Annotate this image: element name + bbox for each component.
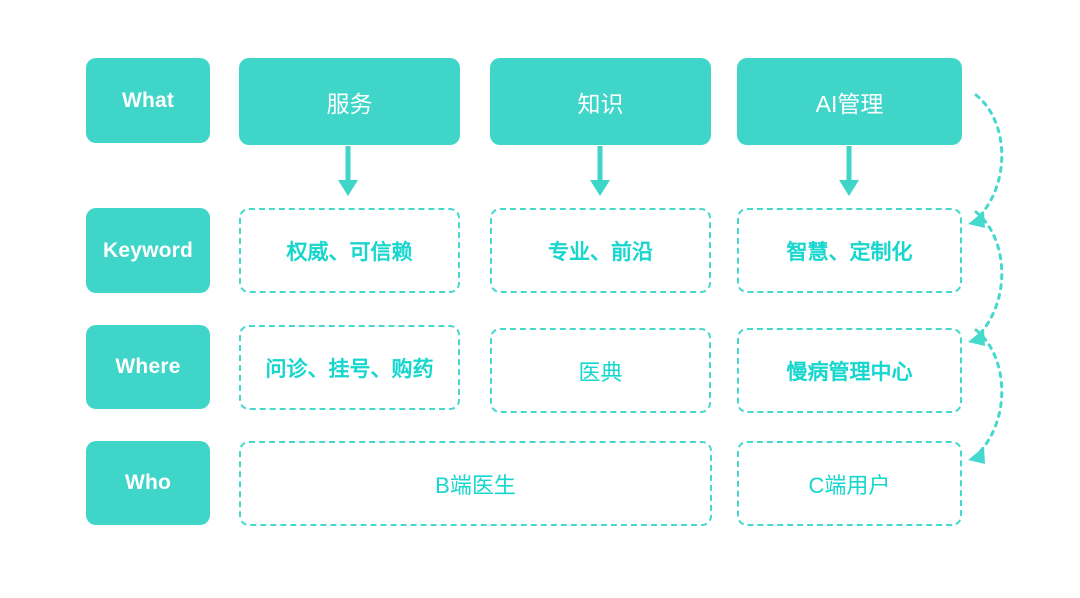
cell-where-knowledge[interactable]: 医典 <box>490 328 711 413</box>
curve-where-to-who-icon <box>968 328 1004 464</box>
cell-who-c-side[interactable]: C端用户 <box>737 441 962 526</box>
down-arrow-ai <box>839 146 859 196</box>
row-label-where[interactable]: Where <box>86 325 210 409</box>
row-label-who[interactable]: Who <box>86 441 210 525</box>
column-header-ai-manage[interactable]: AI管理 <box>737 58 962 145</box>
cell-keyword-ai[interactable]: 智慧、定制化 <box>737 208 962 293</box>
down-arrow-service <box>338 146 358 196</box>
cell-who-b-side[interactable]: B端医生 <box>239 441 712 526</box>
cell-keyword-ai-text: 智慧、定制化 <box>786 240 913 264</box>
cell-keyword-knowledge-text: 专业、前沿 <box>548 240 653 264</box>
row-label-keyword-text: Keyword <box>102 238 194 262</box>
column-header-service-text: 服务 <box>326 90 373 117</box>
cell-keyword-service[interactable]: 权威、可信赖 <box>239 208 460 293</box>
row-label-who-text: Who <box>124 471 172 494</box>
row-label-keyword[interactable]: Keyword <box>86 208 210 293</box>
cell-keyword-service-text: 权威、可信赖 <box>286 240 413 264</box>
cell-where-ai-text: 慢病管理中心 <box>786 360 913 384</box>
column-header-knowledge[interactable]: 知识 <box>490 58 711 145</box>
column-header-service[interactable]: 服务 <box>239 58 460 145</box>
column-header-knowledge-text: 知识 <box>577 90 624 117</box>
down-arrow-knowledge <box>590 146 610 196</box>
curve-what-to-keyword-icon <box>968 93 1004 228</box>
cell-keyword-knowledge[interactable]: 专业、前沿 <box>490 208 711 293</box>
row-label-what-text: What <box>121 88 175 112</box>
column-header-ai-manage-text: AI管理 <box>815 90 884 117</box>
framework-diagram: What Keyword Where Who 服务 知识 AI管理 权威、可信赖… <box>0 0 1080 598</box>
cell-where-service[interactable]: 问诊、挂号、购药 <box>239 325 460 410</box>
cell-where-ai[interactable]: 慢病管理中心 <box>737 328 962 413</box>
cell-who-c-side-text: C端用户 <box>808 472 891 498</box>
cell-where-service-text: 问诊、挂号、购药 <box>265 357 434 381</box>
cell-who-b-side-text: B端医生 <box>435 472 516 498</box>
row-label-what[interactable]: What <box>86 58 210 143</box>
cell-where-knowledge-text: 医典 <box>578 359 623 385</box>
curve-keyword-to-where-icon <box>968 210 1004 346</box>
row-label-where-text: Where <box>115 355 181 378</box>
